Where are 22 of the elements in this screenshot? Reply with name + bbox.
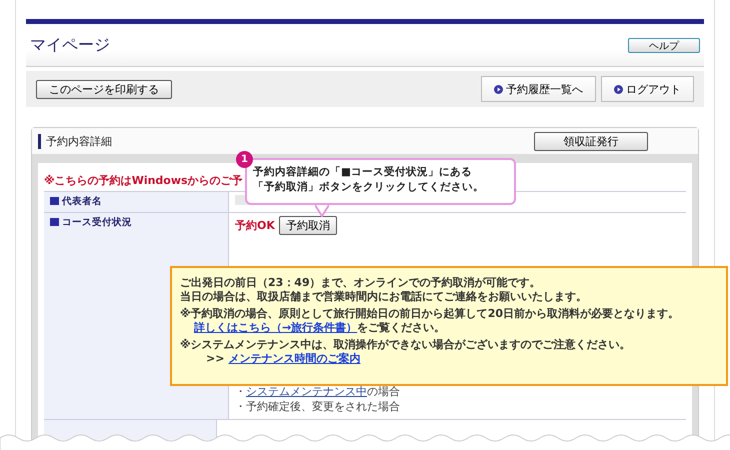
status-text: 予約OK [235, 218, 275, 233]
nav-button[interactable]: ログアウト [601, 76, 694, 102]
receipt-button[interactable]: 領収証発行 [534, 132, 648, 150]
panel-title: 予約内容詳細 [38, 134, 112, 148]
cancel-button[interactable]: 予約取消 [278, 216, 337, 235]
info-text: をご覧ください。 [357, 321, 446, 334]
nav-button[interactable]: 予約履歴一覧へ [481, 76, 596, 102]
callout-text: 予約内容詳細の「■コース受付状況」にある [253, 165, 473, 180]
warning-text: ※こちらの予約はWindowsからのご予 [44, 173, 243, 188]
play-icon [614, 84, 623, 94]
maintenance-link[interactable]: システムメンテナンス中 [246, 385, 367, 398]
play-icon [494, 84, 503, 94]
arrow-marker: >> [206, 352, 224, 365]
note-text: ・予約確定後、変更をされた場合 [235, 400, 400, 413]
note-text: ・ [235, 385, 246, 398]
row-label-cell: 代表者名 [44, 192, 228, 212]
page-title: マイページ [30, 34, 110, 56]
note-text: の場合 [367, 385, 400, 398]
help-button[interactable]: ヘルプ [628, 38, 700, 52]
print-button[interactable]: このページを印刷する [36, 80, 172, 98]
callout-text: 「予約取消」ボタンをクリックしてください。 [253, 180, 485, 195]
maintenance-link[interactable]: メンテナンス時間のご案内 [228, 352, 360, 365]
